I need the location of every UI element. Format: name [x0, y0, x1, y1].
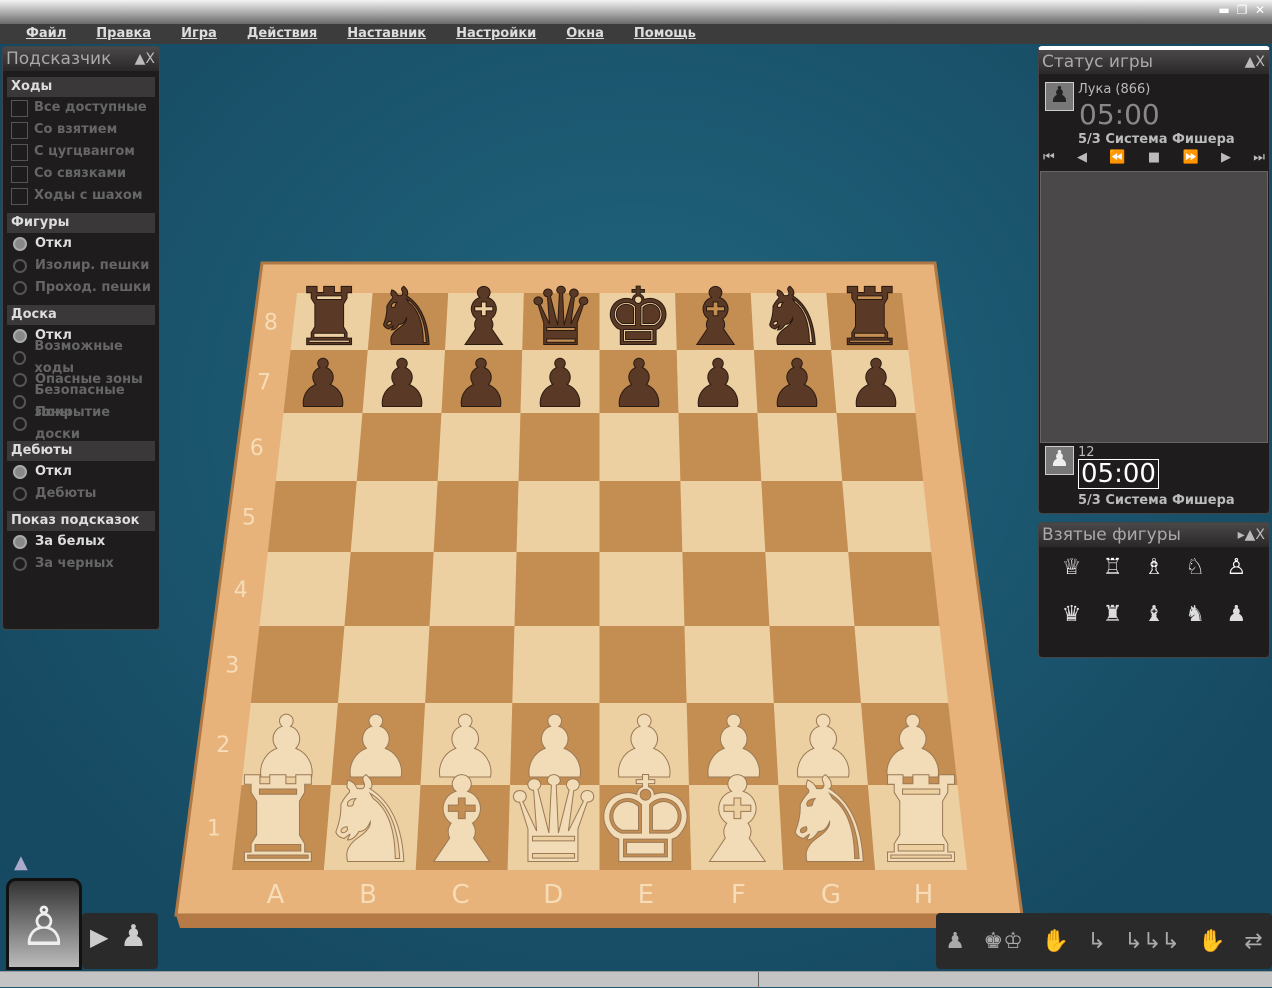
- rank-label: 1: [207, 817, 221, 842]
- square-f5[interactable]: [680, 481, 766, 552]
- black-pawn-icon[interactable]: ♟: [372, 345, 432, 423]
- square-e6[interactable]: [599, 413, 681, 481]
- pawn-icon[interactable]: ♟: [120, 919, 147, 954]
- chess-board[interactable]: 87654321A B C D E F G H♜ ♞ ♝ ♛ ♚ ♝ ♞ ♜♟ ♟ ♟ ♟ ♟ ♟ ♟ ♟♟ ♟ ♟ ♟ ♟ ♟ ♟ ♟…: [0, 0, 1272, 987]
- rank-label: 3: [225, 654, 239, 679]
- move-icon[interactable]: ♟: [945, 929, 965, 954]
- square-e5[interactable]: [599, 481, 683, 552]
- black-pawn-icon[interactable]: ♟: [767, 345, 827, 423]
- black-pawn-icon[interactable]: ♟: [609, 345, 669, 423]
- square-d5[interactable]: [516, 481, 600, 552]
- expand-up-icon[interactable]: ▲: [14, 852, 28, 873]
- white-knight-icon[interactable]: ♞: [775, 752, 883, 891]
- resign-hand-icon[interactable]: ✋: [1198, 929, 1225, 954]
- play-icon[interactable]: ▶: [90, 923, 108, 951]
- undo-all-icon[interactable]: ↳↳↳: [1124, 929, 1179, 954]
- square-g3[interactable]: [769, 626, 862, 703]
- black-pawn-icon[interactable]: ♟: [530, 345, 590, 423]
- board-frame-edge: [176, 915, 1022, 928]
- square-b6[interactable]: [356, 413, 442, 481]
- square-f4[interactable]: [682, 552, 770, 626]
- square-e4[interactable]: [599, 552, 685, 626]
- square-h4[interactable]: [848, 552, 940, 626]
- square-h3[interactable]: [854, 626, 949, 703]
- rank-label: 7: [257, 371, 271, 396]
- white-queen-icon[interactable]: ♛: [500, 752, 608, 891]
- white-rook-icon[interactable]: ♜: [224, 752, 332, 891]
- hint-icon[interactable]: ✋: [1042, 929, 1069, 954]
- square-f6[interactable]: [678, 413, 762, 481]
- square-c4[interactable]: [429, 552, 517, 626]
- rank-label: 4: [234, 578, 248, 603]
- square-b4[interactable]: [344, 552, 434, 626]
- rank-label: 6: [250, 436, 264, 461]
- black-pawn-icon[interactable]: ♟: [293, 345, 353, 423]
- swap-sides-icon[interactable]: ♚♔: [984, 929, 1023, 954]
- white-bishop-icon[interactable]: ♝: [408, 752, 516, 891]
- rank-label: 8: [264, 311, 278, 336]
- square-h5[interactable]: [842, 481, 932, 552]
- white-bishop-icon[interactable]: ♝: [683, 752, 791, 891]
- white-king-icon[interactable]: ♚: [592, 752, 700, 891]
- square-c3[interactable]: [425, 626, 515, 703]
- square-d3[interactable]: [512, 626, 600, 703]
- black-pawn-icon[interactable]: ♟: [846, 345, 906, 423]
- flip-board-icon[interactable]: ⇄: [1244, 929, 1262, 954]
- square-f3[interactable]: [684, 626, 774, 703]
- square-c5[interactable]: [433, 481, 519, 552]
- square-d4[interactable]: [514, 552, 600, 626]
- white-knight-icon[interactable]: ♞: [316, 752, 424, 891]
- square-a5[interactable]: [267, 481, 357, 552]
- white-rook-icon[interactable]: ♜: [867, 752, 975, 891]
- undo-move-icon[interactable]: ↳: [1087, 929, 1105, 954]
- square-b3[interactable]: [337, 626, 430, 703]
- rank-label: 5: [242, 506, 256, 531]
- square-a3[interactable]: [250, 626, 345, 703]
- play-controls: ▶ ♟: [82, 913, 158, 969]
- black-pawn-icon[interactable]: ♟: [451, 345, 511, 423]
- square-g5[interactable]: [761, 481, 849, 552]
- square-h6[interactable]: [836, 413, 924, 481]
- player-piece-preview-icon: ♙: [6, 878, 82, 970]
- square-g6[interactable]: [757, 413, 843, 481]
- square-b5[interactable]: [350, 481, 438, 552]
- square-d6[interactable]: [518, 413, 600, 481]
- square-c6[interactable]: [437, 413, 521, 481]
- square-a4[interactable]: [259, 552, 351, 626]
- status-bar: [0, 971, 1272, 988]
- black-pawn-icon[interactable]: ♟: [688, 345, 748, 423]
- square-g4[interactable]: [765, 552, 855, 626]
- square-a6[interactable]: [275, 413, 363, 481]
- action-toolbar: ♟ ♚♔ ✋ ↳ ↳↳↳ ✋ ⇄: [936, 913, 1272, 969]
- square-e3[interactable]: [599, 626, 687, 703]
